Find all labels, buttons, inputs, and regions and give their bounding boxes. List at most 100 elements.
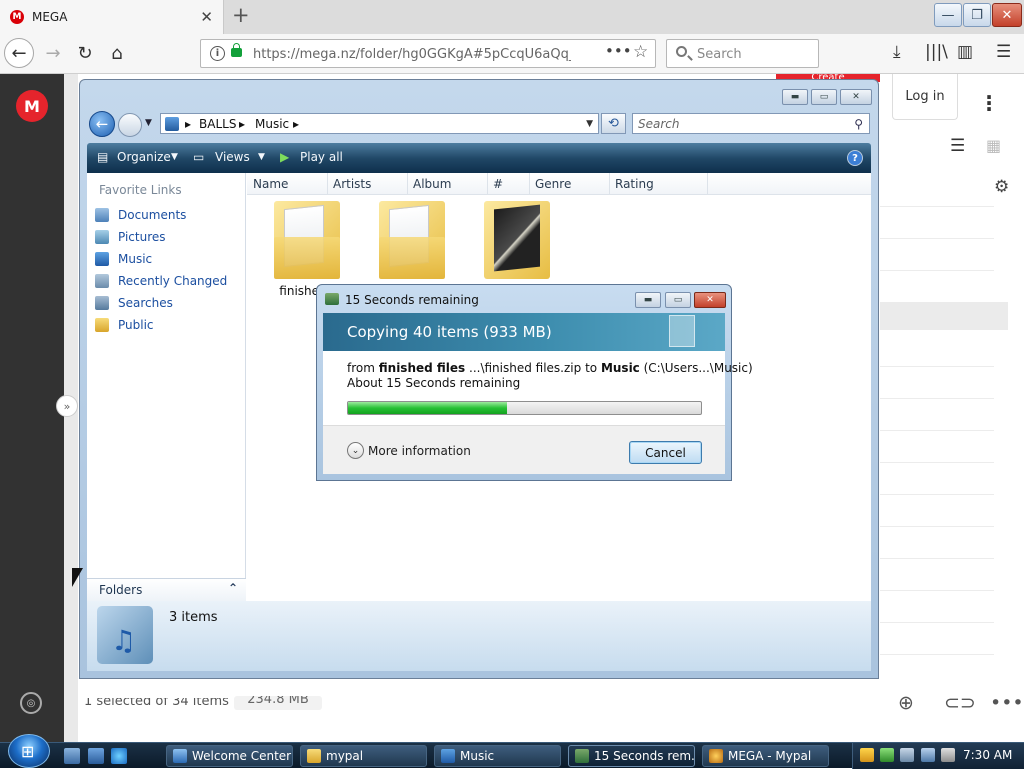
taskbar-button-copy[interactable]: 15 Seconds rem... xyxy=(568,745,695,767)
nav-link-pictures[interactable]: Pictures xyxy=(95,227,166,247)
settings-gear-icon[interactable]: ⚙ xyxy=(994,177,1009,197)
bookmark-star-icon[interactable]: ☆ xyxy=(633,42,648,62)
source-name[interactable]: finished files xyxy=(379,361,465,375)
destination-name[interactable]: Music xyxy=(601,361,640,375)
nav-link-searches[interactable]: Searches xyxy=(95,293,173,313)
breadcrumb-separator-icon[interactable]: ▸ xyxy=(293,117,299,131)
nav-link-documents[interactable]: Documents xyxy=(95,205,186,225)
search-icon[interactable]: ⚲ xyxy=(854,117,863,131)
address-dropdown-icon[interactable]: ▼ xyxy=(586,119,593,129)
folders-toggle[interactable]: Folders ⌃ xyxy=(87,578,246,601)
more-options-icon[interactable]: · · · xyxy=(984,87,994,119)
download-icon[interactable]: ⊕ xyxy=(898,692,914,714)
breadcrumb-separator-icon[interactable]: ▸ xyxy=(239,117,245,131)
column-header-album[interactable]: Album xyxy=(413,177,451,191)
shortcut-item[interactable] xyxy=(467,201,567,284)
home-button[interactable]: ⌂ xyxy=(102,38,132,68)
more-information-toggle[interactable]: ⌄ More information xyxy=(347,442,471,459)
details-pane: ♫ 3 items xyxy=(87,601,871,671)
link-icon[interactable]: ⊂⊃ xyxy=(944,692,976,714)
switch-windows-icon[interactable] xyxy=(88,748,104,764)
sidebar-icon[interactable]: ▥ xyxy=(957,42,973,62)
column-header-name[interactable]: Name xyxy=(253,177,288,191)
views-button[interactable]: Views xyxy=(215,150,250,164)
page-actions-icon[interactable]: ••• xyxy=(605,42,632,60)
nav-link-music[interactable]: Music xyxy=(95,249,152,269)
cancel-button[interactable]: Cancel xyxy=(629,441,702,464)
column-header-track[interactable]: # xyxy=(493,177,503,191)
url-bar[interactable]: i https://mega.nz/folder/hg0GGKgA#5pCcqU… xyxy=(200,39,656,68)
column-divider[interactable] xyxy=(529,173,530,195)
breadcrumb-separator-icon[interactable]: ▸ xyxy=(185,117,191,131)
windows-defender-icon[interactable] xyxy=(880,748,894,762)
mega-logo[interactable]: M xyxy=(16,90,48,122)
explorer-forward-button[interactable] xyxy=(118,113,142,137)
login-button[interactable]: Log in xyxy=(892,74,958,120)
internet-explorer-icon[interactable] xyxy=(111,748,127,764)
lock-icon[interactable] xyxy=(231,43,242,57)
folder-item[interactable] xyxy=(362,201,462,284)
close-tab-icon[interactable]: ✕ xyxy=(200,8,213,26)
search-input[interactable]: Search xyxy=(666,39,819,68)
address-bar[interactable]: ▸ BALLS ▸ Music ▸ ▼ xyxy=(160,113,599,134)
new-tab-button[interactable]: + xyxy=(232,3,250,27)
dialog-minimize-button[interactable]: ▬ xyxy=(635,292,661,308)
taskbar-button-music[interactable]: Music xyxy=(434,745,561,767)
taskbar-button-mega-mypal[interactable]: MEGA - Mypal xyxy=(702,745,829,767)
back-button[interactable]: ← xyxy=(4,38,34,68)
explorer-close-button[interactable]: ✕ xyxy=(840,89,872,105)
help-icon[interactable]: ◎ xyxy=(20,692,42,714)
organize-button[interactable]: Organize xyxy=(117,150,171,164)
list-view-icon[interactable]: ☰ xyxy=(950,136,965,156)
nav-link-label: Music xyxy=(118,252,153,266)
close-window-button[interactable]: ✕ xyxy=(992,3,1022,27)
start-button[interactable]: ⊞ xyxy=(8,734,50,768)
help-icon[interactable]: ? xyxy=(847,150,863,166)
breadcrumb-item[interactable]: Music xyxy=(255,117,289,131)
column-header-artists[interactable]: Artists xyxy=(333,177,371,191)
explorer-maximize-button[interactable]: ▭ xyxy=(811,89,837,105)
column-divider[interactable] xyxy=(609,173,610,195)
network-icon[interactable] xyxy=(921,748,935,762)
menu-icon[interactable]: ☰ xyxy=(996,42,1011,62)
explorer-minimize-button[interactable]: ▬ xyxy=(782,89,808,105)
restore-window-button[interactable]: ❐ xyxy=(963,3,991,27)
url-text[interactable]: https://mega.nz/folder/hg0GGKgA#5pCcqU6a… xyxy=(253,47,571,62)
nav-link-public[interactable]: Public xyxy=(95,315,154,335)
library-icon[interactable]: |||\ xyxy=(925,42,948,62)
info-icon[interactable]: i xyxy=(210,46,225,61)
play-all-button[interactable]: Play all xyxy=(300,150,343,164)
taskbar-button-welcome-center[interactable]: Welcome Center xyxy=(166,745,293,767)
column-divider[interactable] xyxy=(487,173,488,195)
column-divider[interactable] xyxy=(407,173,408,195)
show-desktop-icon[interactable] xyxy=(64,748,80,764)
minimize-window-button[interactable]: — xyxy=(934,3,962,27)
forward-button[interactable]: → xyxy=(38,38,68,68)
nav-link-recently-changed[interactable]: Recently Changed xyxy=(95,271,227,291)
reload-button[interactable]: ↻ xyxy=(70,38,100,68)
mypal-icon xyxy=(709,749,723,763)
column-divider[interactable] xyxy=(707,173,708,195)
dialog-maximize-button[interactable]: ▭ xyxy=(665,292,691,308)
tray-app-icon[interactable] xyxy=(900,748,914,762)
dialog-close-button[interactable]: ✕ xyxy=(694,292,726,308)
download-icon[interactable]: ⤓ xyxy=(893,42,901,62)
taskbar-button-label: 15 Seconds rem... xyxy=(594,749,695,763)
volume-muted-icon[interactable] xyxy=(941,748,955,762)
taskbar-button-mypal[interactable]: mypal xyxy=(300,745,427,767)
column-divider[interactable] xyxy=(327,173,328,195)
expand-sidebar-button[interactable]: » xyxy=(56,395,78,417)
browser-tab[interactable]: M MEGA ✕ xyxy=(0,0,224,34)
refresh-button[interactable]: ⟲ xyxy=(601,113,626,134)
clock[interactable]: 7:30 AM xyxy=(963,748,1012,762)
selected-file-row[interactable] xyxy=(880,302,1008,330)
column-header-rating[interactable]: Rating xyxy=(615,177,654,191)
recent-pages-dropdown-icon[interactable]: ▼ xyxy=(145,118,152,128)
security-shield-icon[interactable] xyxy=(860,748,874,762)
more-options-icon[interactable]: ••• xyxy=(990,692,1024,714)
breadcrumb-item[interactable]: BALLS xyxy=(199,117,236,131)
grid-view-icon[interactable]: ▦ xyxy=(986,136,1001,155)
column-header-genre[interactable]: Genre xyxy=(535,177,571,191)
explorer-search-input[interactable]: Search ⚲ xyxy=(632,113,870,134)
explorer-back-button[interactable]: ← xyxy=(89,111,115,137)
